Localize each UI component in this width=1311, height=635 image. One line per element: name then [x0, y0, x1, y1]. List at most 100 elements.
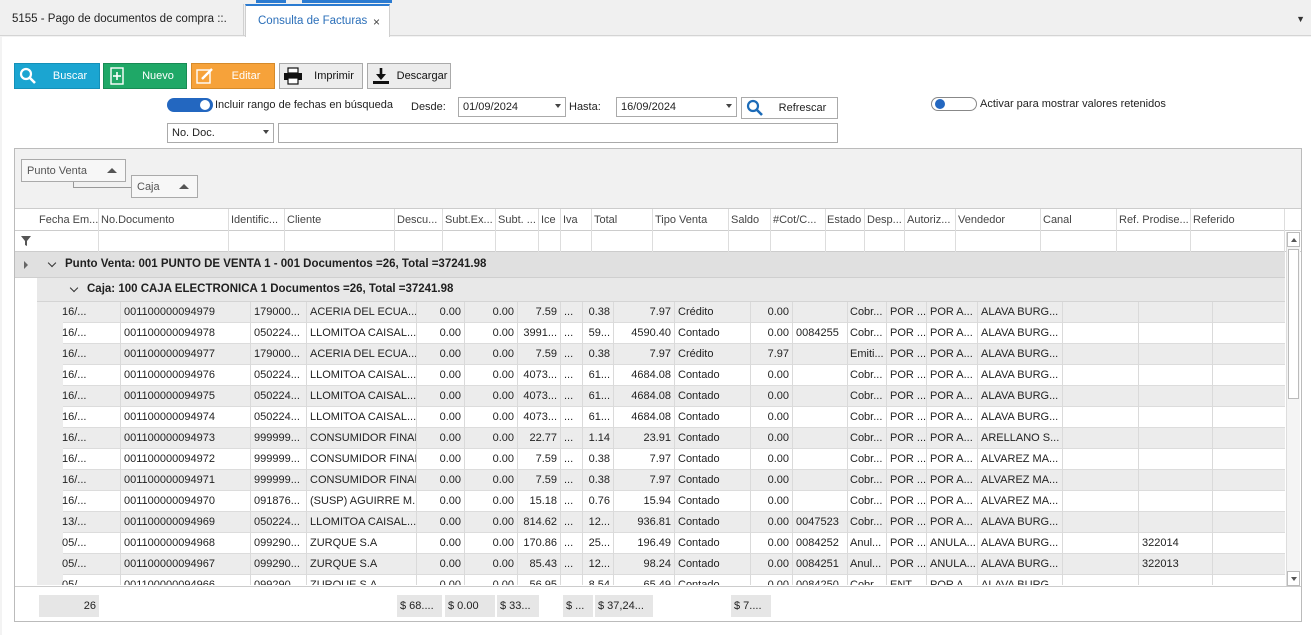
table-cell [793, 344, 848, 365]
chevron-down-icon[interactable] [47, 258, 57, 268]
column-header[interactable]: Tipo Venta [653, 209, 729, 231]
group-chip-caja[interactable]: Caja [131, 175, 198, 198]
column-header[interactable]: Vendedor [956, 209, 1041, 231]
chevron-down-icon[interactable]: ▼ [1296, 14, 1305, 24]
close-icon[interactable]: × [373, 15, 380, 29]
table-row[interactable]: 16/... 001100000094971 999999... CONSUMIDOR… [62, 470, 1285, 491]
editar-button[interactable]: Editar [191, 63, 275, 89]
scroll-up-icon[interactable] [1287, 232, 1300, 247]
filter-cell[interactable] [1117, 231, 1191, 252]
filter-cell[interactable] [539, 231, 561, 252]
column-header[interactable]: Ice [539, 209, 561, 231]
desde-date-field[interactable]: 01/09/2024 [458, 97, 566, 117]
filter-cell[interactable] [865, 231, 905, 252]
descargar-button[interactable]: Descargar [367, 63, 451, 89]
table-row[interactable]: 16/... 001100000094970 091876... (SUSP) AGU… [62, 491, 1285, 512]
column-header[interactable]: Canal [1041, 209, 1117, 231]
nuevo-button[interactable]: Nuevo [103, 63, 187, 89]
chevron-down-icon[interactable] [263, 130, 269, 134]
table-row[interactable]: 05/... 001100000094967 099290... ZURQUE S.A… [62, 554, 1285, 575]
table-cell: 0.00 [465, 533, 518, 554]
column-header[interactable]: Fecha Em... [37, 209, 99, 231]
column-header[interactable]: No.Documento [99, 209, 229, 231]
filter-cell[interactable] [729, 231, 771, 252]
group-row-punto-venta[interactable]: Punto Venta: 001 PUNTO DE VENTA 1 - 001 … [15, 252, 1285, 278]
filter-cell[interactable] [395, 231, 443, 252]
filter-cell[interactable] [771, 231, 826, 252]
filter-icon[interactable] [21, 236, 31, 249]
search-input[interactable] [278, 123, 838, 143]
group-row-caja[interactable]: Caja: 100 CAJA ELECTRONICA 1 Documentos … [37, 278, 1285, 302]
table-cell [1139, 323, 1213, 344]
column-header[interactable]: Total [592, 209, 653, 231]
buscar-button[interactable]: Buscar [14, 63, 100, 89]
table-row[interactable]: 16/... 001100000094977 179000... ACERIA DEL… [62, 344, 1285, 365]
column-header[interactable]: Ref. Prodise... [1117, 209, 1191, 231]
table-row[interactable]: 16/... 001100000094972 999999... CONSUMIDOR… [62, 449, 1285, 470]
tab-consulta-facturas[interactable]: Consulta de Facturas × [245, 4, 390, 37]
table-row[interactable]: 16/... 001100000094976 050224... LLOMITOA C… [62, 365, 1285, 386]
column-header[interactable]: Subt.Ex... [443, 209, 496, 231]
filter-cell[interactable] [1191, 231, 1285, 252]
column-header[interactable]: #Cot/C... [771, 209, 826, 231]
filter-cell[interactable] [561, 231, 592, 252]
table-cell: POR ... [887, 344, 927, 365]
column-header[interactable]: Identific... [229, 209, 285, 231]
refrescar-button[interactable]: Refrescar [741, 97, 838, 119]
table-row[interactable]: 16/... 001100000094979 179000... ACERIA DEL… [62, 302, 1285, 323]
filter-cell[interactable] [99, 231, 229, 252]
imprimir-button[interactable]: Imprimir [279, 63, 363, 89]
filter-cell[interactable] [653, 231, 729, 252]
column-header[interactable]: Autoriz... [905, 209, 956, 231]
table-row[interactable]: 05/... 001100000094968 099290... ZURQUE S.A… [62, 533, 1285, 554]
table-cell: ... [561, 365, 583, 386]
table-cell: ALAVA BURG... [978, 323, 1063, 344]
filter-cell[interactable] [37, 231, 99, 252]
table-row[interactable]: 16/... 001100000094973 999999... CONSUMIDOR… [62, 428, 1285, 449]
filter-cell[interactable] [443, 231, 496, 252]
tab-pago-documentos[interactable]: 5155 - Pago de documentos de compra ::. [0, 4, 244, 36]
table-cell: Contado [675, 407, 751, 428]
column-header[interactable]: Saldo [729, 209, 771, 231]
chevron-down-icon[interactable] [555, 104, 561, 108]
column-header[interactable]: Cliente [285, 209, 395, 231]
column-header[interactable]: Descu... [395, 209, 443, 231]
filter-cell[interactable] [825, 231, 865, 252]
table-cell: Cobr... [847, 470, 887, 491]
table-cell: 001100000094970 [121, 491, 251, 512]
hasta-date-field[interactable]: 16/09/2024 [616, 97, 737, 117]
column-header[interactable]: Iva [561, 209, 592, 231]
column-header[interactable]: Estado [825, 209, 865, 231]
filter-cell[interactable] [592, 231, 653, 252]
column-header[interactable]: Desp... [865, 209, 905, 231]
table-row[interactable]: 05/... 001100000094966 099290... ZURQUE S.A… [62, 575, 1285, 585]
filter-cell[interactable] [496, 231, 539, 252]
group-chip-punto-venta[interactable]: Punto Venta [21, 159, 126, 182]
filter-cell[interactable] [905, 231, 956, 252]
valores-retenidos-toggle[interactable] [931, 97, 977, 111]
column-header[interactable]: Referido [1191, 209, 1285, 231]
rango-fechas-toggle[interactable] [167, 98, 213, 112]
table-cell: 001100000094977 [121, 344, 251, 365]
table-cell: CONSUMIDOR FINAL [307, 470, 417, 491]
filter-cell[interactable] [956, 231, 1041, 252]
chevron-down-icon[interactable] [726, 104, 732, 108]
table-cell: 0.38 [583, 449, 614, 470]
table-row[interactable]: 16/... 001100000094974 050224... LLOMITOA C… [62, 407, 1285, 428]
scroll-down-icon[interactable] [1287, 571, 1300, 586]
filter-cell[interactable] [229, 231, 285, 252]
table-cell: 0.00 [465, 512, 518, 533]
sort-asc-icon [179, 184, 189, 189]
table-row[interactable]: 16/... 001100000094978 050224... LLOMITOA C… [62, 323, 1285, 344]
filter-cell[interactable] [285, 231, 395, 252]
filter-cell[interactable] [1041, 231, 1117, 252]
doc-type-select[interactable]: No. Doc. [167, 123, 274, 143]
vertical-scrollbar[interactable] [1286, 232, 1300, 586]
table-row[interactable]: 13/... 001100000094969 050224... LLOMITOA C… [62, 512, 1285, 533]
table-row[interactable]: 16/... 001100000094975 050224... LLOMITOA C… [62, 386, 1285, 407]
scroll-thumb[interactable] [1288, 249, 1299, 399]
column-header[interactable]: Subt. ... [496, 209, 539, 231]
chevron-down-icon[interactable] [69, 283, 79, 293]
table-cell: ARELLANO S... [978, 428, 1063, 449]
table-cell: 98.24 [614, 554, 675, 575]
